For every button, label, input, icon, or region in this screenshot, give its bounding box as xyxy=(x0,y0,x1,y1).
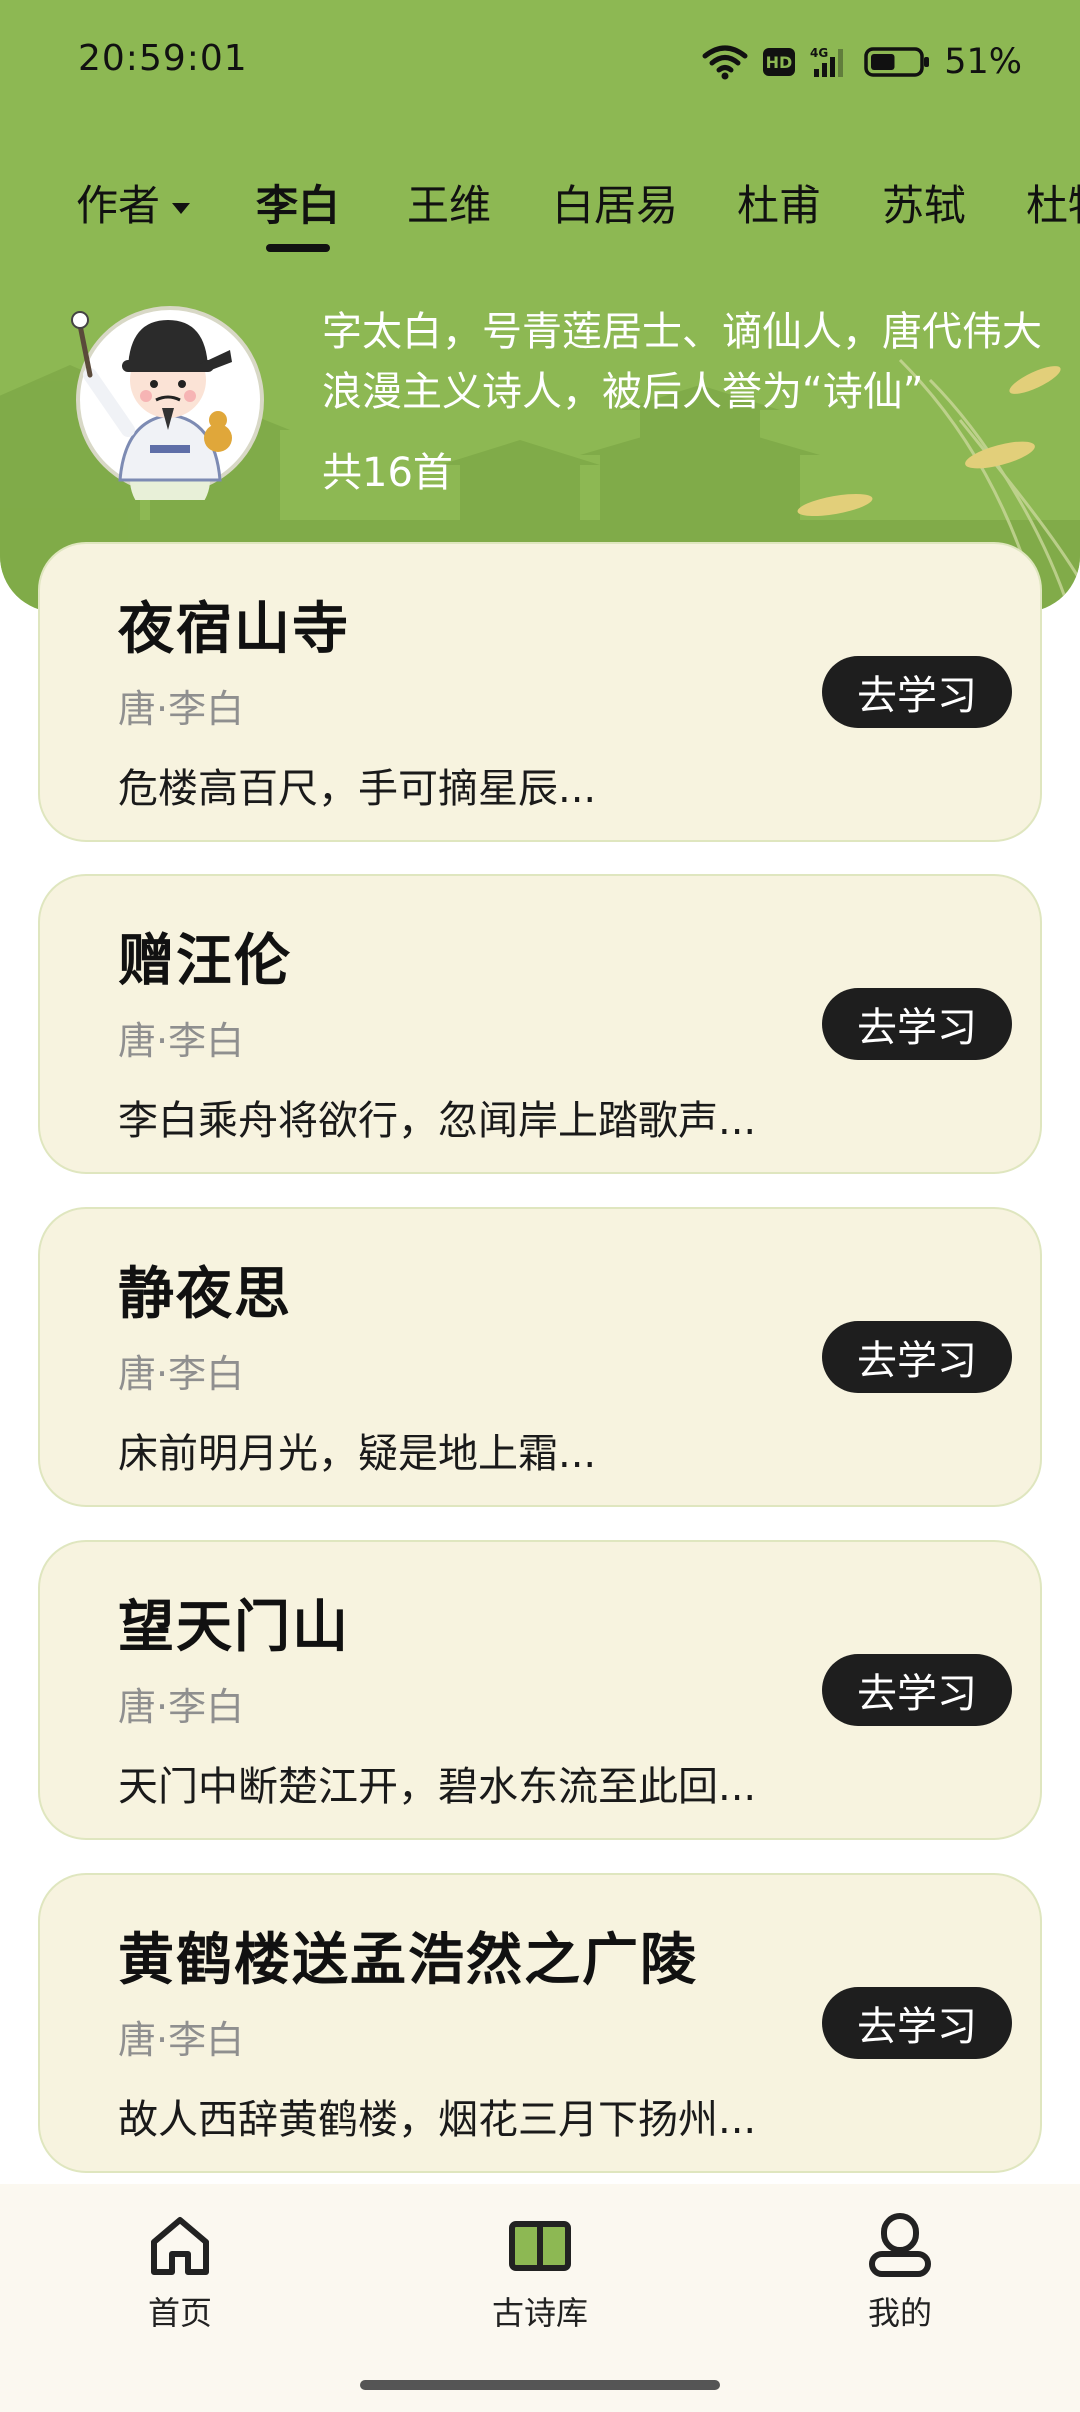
battery-percent: 51% xyxy=(944,42,1022,82)
user-icon xyxy=(869,2213,931,2277)
status-icons: HD 4G 51% xyxy=(702,38,1022,86)
tab-label: 王维 xyxy=(407,181,492,230)
svg-text:4G: 4G xyxy=(810,46,828,60)
battery-icon xyxy=(864,47,930,77)
tab-label: 李白 xyxy=(256,181,341,230)
tab-sushi[interactable]: 苏轼 xyxy=(882,168,966,244)
poem-title: 静夜思 xyxy=(118,1262,292,1327)
poem-card[interactable]: 静夜思 唐·李白 床前明月光，疑是地上霜... 去学习 xyxy=(38,1207,1042,1507)
poem-meta: 唐·李白 xyxy=(118,687,245,731)
poem-count: 共16首 xyxy=(322,450,453,496)
tab-dumu[interactable]: 杜牧 xyxy=(1026,168,1080,244)
svg-text:HD: HD xyxy=(766,53,793,72)
poem-title: 望天门山 xyxy=(118,1595,350,1660)
tab-baijuyi[interactable]: 白居易 xyxy=(552,168,678,244)
nav-mine[interactable]: 我的 xyxy=(800,2210,1000,2340)
poem-meta: 唐·李白 xyxy=(118,1019,245,1063)
poem-first-line: 天门中断楚江开，碧水东流至此回... xyxy=(118,1764,757,1810)
author-dropdown-label: 作者 xyxy=(76,181,161,230)
header: 20:59:01 HD 4G 51% 作者 李白 王维 白居易 杜甫 苏轼 杜 … xyxy=(0,0,1080,612)
author-description: 字太白，号青莲居士、谪仙人，唐代伟大浪漫主义诗人，被后人誉为“诗仙” xyxy=(322,309,1042,415)
nav-home-label: 首页 xyxy=(147,2294,212,2332)
study-button[interactable]: 去学习 xyxy=(822,1321,1012,1393)
author-tabs: 作者 李白 王维 白居易 杜甫 苏轼 杜牧 xyxy=(0,168,1080,252)
poem-meta: 唐·李白 xyxy=(118,1352,245,1396)
home-indicator[interactable] xyxy=(360,2380,720,2390)
active-tab-underline xyxy=(266,244,330,252)
tab-label: 杜牧 xyxy=(1026,181,1080,230)
hd-icon: HD xyxy=(763,48,796,76)
study-button[interactable]: 去学习 xyxy=(822,656,1012,728)
poem-title: 夜宿山寺 xyxy=(118,597,350,662)
caret-down-icon xyxy=(172,202,191,214)
status-time: 20:59:01 xyxy=(78,38,248,79)
4g-signal-icon: 4G xyxy=(810,46,844,77)
poem-card[interactable]: 黄鹤楼送孟浩然之广陵 唐·李白 故人西辞黄鹤楼，烟花三月下扬州... 去学习 xyxy=(38,1873,1042,2173)
author-avatar xyxy=(71,306,264,500)
study-button[interactable]: 去学习 xyxy=(822,1654,1012,1726)
poem-meta: 唐·李白 xyxy=(118,2018,245,2062)
study-button[interactable]: 去学习 xyxy=(822,988,1012,1060)
tab-label: 苏轼 xyxy=(882,181,967,230)
book-icon xyxy=(509,2221,571,2271)
nav-home[interactable]: 首页 xyxy=(80,2210,280,2340)
tab-dufu[interactable]: 杜甫 xyxy=(737,168,821,244)
poem-first-line: 危楼高百尺，手可摘星辰... xyxy=(118,766,597,812)
poem-first-line: 故人西辞黄鹤楼，烟花三月下扬州... xyxy=(118,2097,757,2143)
poem-card[interactable]: 夜宿山寺 唐·李白 危楼高百尺，手可摘星辰... 去学习 xyxy=(38,542,1042,842)
tab-wangwei[interactable]: 王维 xyxy=(407,168,491,244)
poem-title: 赠汪伦 xyxy=(118,929,292,994)
study-button[interactable]: 去学习 xyxy=(822,1987,1012,2059)
author-dropdown[interactable]: 作者 xyxy=(76,168,191,244)
wifi-icon xyxy=(702,45,748,80)
tab-label: 杜甫 xyxy=(737,181,822,230)
poem-card[interactable]: 望天门山 唐·李白 天门中断楚江开，碧水东流至此回... 去学习 xyxy=(38,1540,1042,1840)
nav-mine-label: 我的 xyxy=(867,2294,932,2332)
nav-poem-library-label: 古诗库 xyxy=(491,2294,588,2332)
poem-first-line: 床前明月光，疑是地上霜... xyxy=(118,1431,597,1477)
poem-meta: 唐·李白 xyxy=(118,1685,245,1729)
poem-first-line: 李白乘舟将欲行，忽闻岸上踏歌声... xyxy=(118,1098,757,1144)
poem-card[interactable]: 赠汪伦 唐·李白 李白乘舟将欲行，忽闻岸上踏歌声... 去学习 xyxy=(38,874,1042,1174)
home-icon xyxy=(151,2217,209,2275)
tab-label: 白居易 xyxy=(552,181,679,230)
tab-libai[interactable]: 李白 xyxy=(256,168,341,252)
nav-poem-library[interactable]: 古诗库 xyxy=(440,2210,640,2340)
bottom-navigation: 首页 古诗库 我的 xyxy=(0,2184,1080,2412)
status-bar: 20:59:01 HD 4G 51% xyxy=(0,0,1080,124)
author-info: 字太白，号青莲居士、谪仙人，唐代伟大浪漫主义诗人，被后人誉为“诗仙” 共16首 xyxy=(0,280,1080,520)
poem-title: 黄鹤楼送孟浩然之广陵 xyxy=(118,1928,698,1993)
